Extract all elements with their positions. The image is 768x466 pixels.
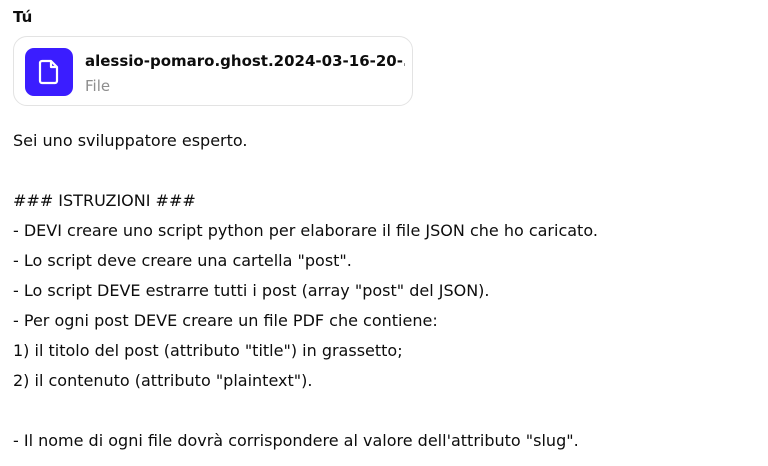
message-line: ### ISTRUZIONI ###: [13, 191, 196, 210]
message-line: - Il nome di ogni file dovrà corrisponde…: [13, 431, 579, 450]
message-line: - Per ogni post DEVE creare un file PDF …: [13, 311, 438, 330]
message-line: - Lo script deve creare una cartella "po…: [13, 251, 352, 270]
message-line: 2) il contenuto (attributo "plaintext").: [13, 371, 313, 390]
file-type-label: File: [85, 77, 111, 95]
file-attachment-card[interactable]: alessio-pomaro.ghost.2024-03-16-20-... F…: [13, 36, 413, 106]
message-line: - Lo script DEVE estrarre tutti i post (…: [13, 281, 490, 300]
document-icon: [25, 48, 73, 96]
message-line: Sei uno sviluppatore esperto.: [13, 131, 248, 150]
file-name: alessio-pomaro.ghost.2024-03-16-20-...: [85, 52, 405, 70]
message-line: [13, 396, 753, 426]
message-line: [13, 156, 753, 186]
message-author: Tú: [13, 8, 33, 26]
message-line: 1) il titolo del post (attributo "title"…: [13, 341, 403, 360]
message-body: Sei uno sviluppatore esperto. ### ISTRUZ…: [13, 126, 753, 456]
message-line: - DEVI creare uno script python per elab…: [13, 221, 598, 240]
